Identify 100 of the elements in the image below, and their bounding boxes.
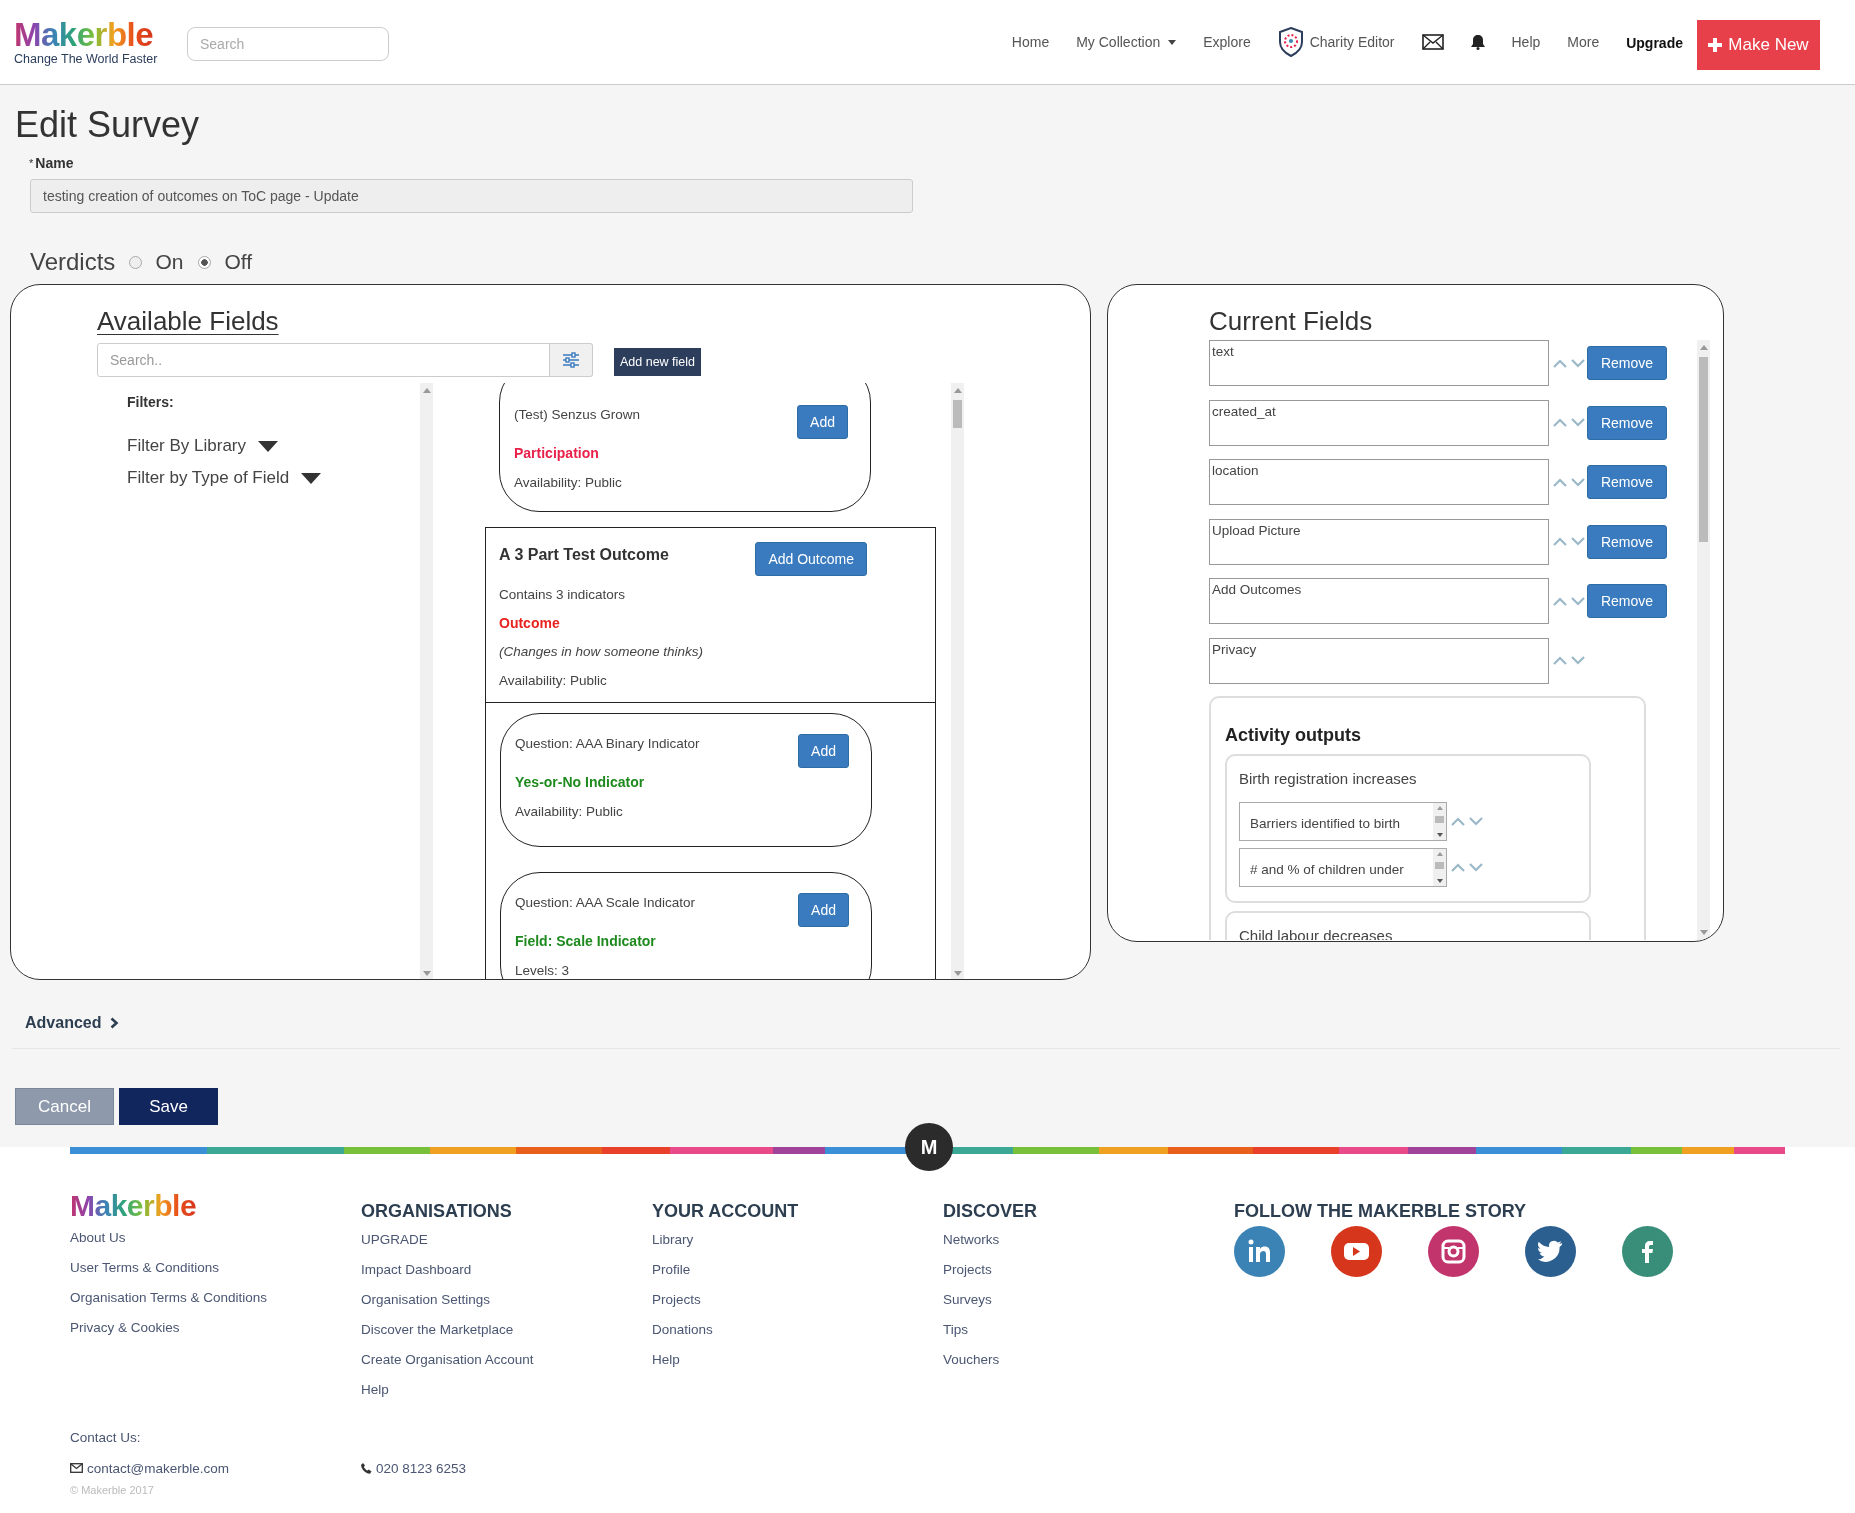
footer-link[interactable]: Create Organisation Account (361, 1345, 534, 1375)
card-title: Question: AAA Scale Indicator (515, 895, 696, 910)
footer-heading: ORGANISATIONS (361, 1200, 512, 1223)
radio-button[interactable] (129, 255, 143, 269)
youtube-icon[interactable] (1331, 1226, 1382, 1277)
mail-icon[interactable] (1421, 34, 1444, 50)
advanced-toggle[interactable]: Advanced (25, 1010, 120, 1036)
make-new-button[interactable]: Make New (1697, 19, 1820, 70)
page-title: Edit Survey (15, 105, 200, 145)
card-text: Levels: 3 (515, 962, 571, 979)
outcome-type: Outcome (499, 614, 561, 633)
chevron-right-icon (110, 1017, 120, 1029)
indicator-field[interactable]: Barriers identified to birth (1239, 802, 1447, 841)
footer-link[interactable]: Tips (943, 1315, 968, 1345)
phone-link[interactable]: 020 8123 6253 (361, 1460, 652, 1476)
add-button[interactable]: Add (797, 405, 848, 439)
footer-heading: DISCOVER (943, 1200, 1038, 1223)
remove-button[interactable]: Remove (1587, 346, 1667, 380)
card-text: Availability: Public (515, 803, 624, 821)
chevron-up-icon (1451, 817, 1465, 826)
radio-button[interactable] (198, 255, 212, 269)
search-field[interactable]: Search.. (97, 343, 550, 377)
field-box[interactable]: Upload Picture (1209, 518, 1549, 565)
footer-link[interactable]: Surveys (943, 1285, 992, 1315)
outcome-title: A 3 Part Test Outcome (499, 546, 669, 564)
chevron-up-icon (1553, 656, 1567, 665)
add-button[interactable]: Add (798, 893, 849, 927)
facebook-icon[interactable] (1622, 1226, 1673, 1277)
field-type: Field: Scale Indicator (515, 932, 657, 951)
footer-heading: YOUR ACCOUNT (652, 1200, 799, 1223)
footer-link[interactable]: Vouchers (943, 1345, 1000, 1375)
footer-link[interactable]: Library (652, 1225, 694, 1255)
logo-badge: M (905, 1123, 953, 1171)
twitter-icon[interactable] (1525, 1226, 1576, 1277)
linkedin-icon[interactable] (1234, 1226, 1285, 1277)
scrollbar[interactable] (420, 383, 433, 979)
chevron-down-icon (1571, 358, 1585, 368)
field-box[interactable]: text (1209, 340, 1549, 386)
field-type: Participation (514, 444, 600, 463)
chevron-down-icon (1571, 418, 1585, 427)
footer-link[interactable]: User Terms & Conditions (70, 1253, 220, 1283)
remove-button[interactable]: Remove (1587, 405, 1667, 440)
save-button[interactable]: Save (119, 1088, 218, 1125)
nav-link[interactable]: Home (1011, 34, 1050, 50)
instagram-icon[interactable] (1428, 1226, 1479, 1277)
footer-link[interactable]: Privacy & Cookies (70, 1313, 180, 1343)
footer-link[interactable]: Profile (652, 1255, 691, 1285)
footer-link[interactable]: Networks (943, 1225, 1000, 1255)
footer-link[interactable]: About Us (70, 1223, 126, 1253)
verdicts-label: Verdicts (30, 248, 116, 276)
group-title: Birth registration increases (1239, 769, 1418, 789)
add-new-field-button[interactable]: Add new field (614, 348, 702, 376)
plus-icon (1708, 37, 1723, 52)
scrollbar[interactable] (1697, 340, 1710, 940)
search-field[interactable]: Search (187, 26, 389, 61)
footer-link[interactable]: UPGRADE (361, 1225, 428, 1255)
footer-link[interactable]: Organisation Terms & Conditions (70, 1283, 268, 1313)
nav-link[interactable]: Help (1511, 34, 1541, 50)
indicator-field[interactable]: # and % of children under (1239, 848, 1447, 887)
filter-dropdown[interactable]: Filter by Type of Field (127, 467, 420, 489)
upgrade-link[interactable]: Upgrade (1626, 35, 1683, 51)
phone-icon (361, 1462, 372, 1474)
chevron-up-icon (1553, 537, 1567, 546)
field-box[interactable]: Add Outcomes (1209, 578, 1549, 624)
footer-link[interactable]: Projects (652, 1285, 701, 1315)
remove-button[interactable]: Remove (1587, 465, 1667, 499)
footer-link[interactable]: Help (361, 1375, 389, 1405)
filter-button[interactable] (550, 343, 593, 377)
charity-editor-link[interactable]: Charity Editor (1277, 27, 1395, 57)
footer-link[interactable]: Discover the Marketplace (361, 1315, 514, 1345)
footer-link[interactable]: Impact Dashboard (361, 1255, 472, 1285)
footer-link[interactable]: Help (652, 1345, 680, 1375)
filter-dropdown[interactable]: Filter By Library (127, 435, 420, 457)
nav-dropdown[interactable]: My Collection (1076, 34, 1177, 50)
panel-title: Current Fields (1209, 305, 1373, 337)
chevron-up-icon (1553, 596, 1567, 606)
remove-button[interactable]: Remove (1587, 584, 1667, 618)
field-box[interactable]: Privacy (1209, 637, 1549, 684)
footer-link[interactable]: Projects (943, 1255, 992, 1285)
radio-label: Off (224, 250, 252, 274)
add-button[interactable]: Add (798, 734, 849, 768)
scrollbar[interactable] (951, 383, 964, 979)
add-outcome-button[interactable]: Add Outcome (755, 542, 867, 576)
field-box[interactable]: location (1209, 459, 1549, 505)
remove-button[interactable]: Remove (1587, 524, 1667, 559)
field-box[interactable]: created_at (1209, 399, 1549, 446)
card-text: Contains 3 indicators (499, 586, 627, 604)
section-heading: Activity outputs (1225, 724, 1362, 746)
footer-link[interactable]: Organisation Settings (361, 1285, 491, 1315)
bell-icon[interactable] (1470, 34, 1485, 50)
envelope-icon (70, 1463, 83, 1473)
name-field[interactable]: testing creation of outcomes on ToC page - Update (30, 179, 913, 213)
chevron-down-icon (1469, 817, 1483, 826)
nav-link[interactable]: Explore (1203, 34, 1251, 50)
card-text: Availability: Public (499, 672, 608, 690)
email-link[interactable]: contact@makerble.com (70, 1460, 361, 1476)
footer-link[interactable]: Donations (652, 1315, 713, 1345)
nav-link[interactable]: More (1567, 34, 1600, 50)
caret-icon (1168, 39, 1177, 45)
chevron-up-icon (1553, 477, 1567, 487)
